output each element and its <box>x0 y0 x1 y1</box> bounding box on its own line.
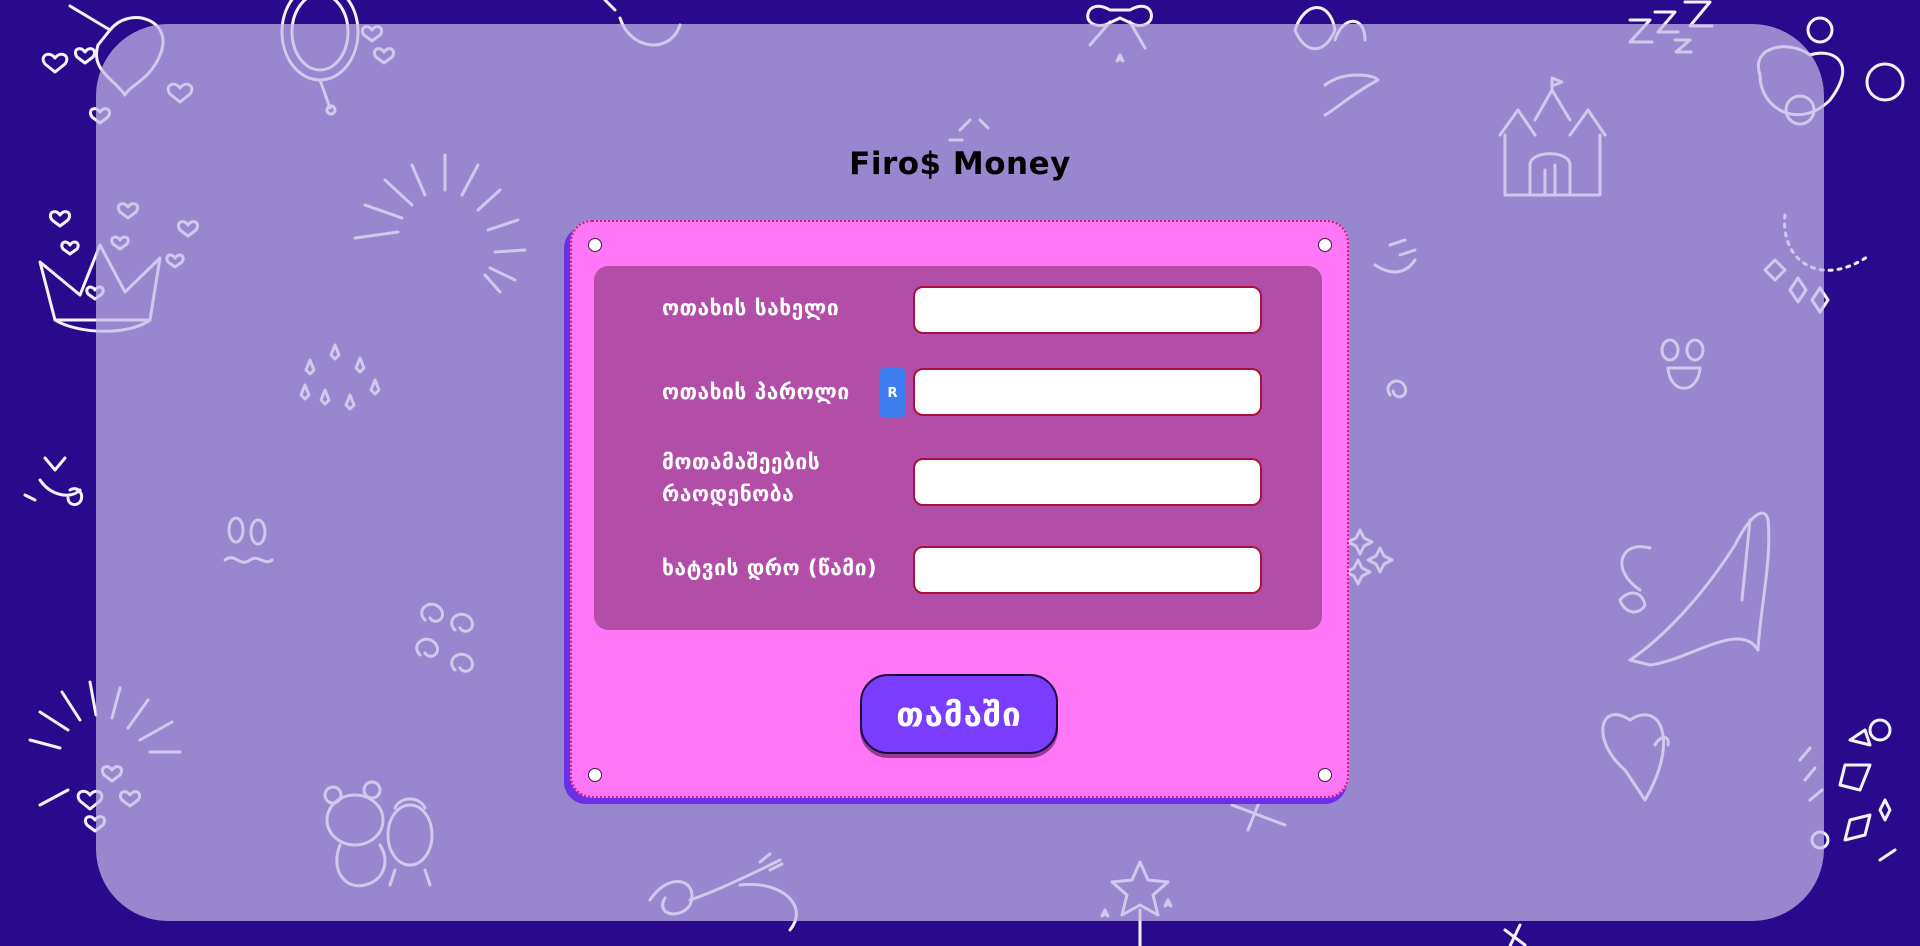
room-settings-form: ოთახის სახელი ოთახის პაროლი R მოთამაშეებ… <box>594 266 1322 630</box>
player-count-input[interactable] <box>913 458 1262 506</box>
screw-icon <box>588 238 602 252</box>
face-icon <box>23 456 84 507</box>
random-password-button[interactable]: R <box>880 368 905 418</box>
room-name-label: ოთახის სახელი <box>662 296 840 320</box>
draw-time-input[interactable] <box>913 546 1262 594</box>
player-count-label: მოთამაშეების რაოდენობა <box>662 450 821 506</box>
screw-icon <box>1318 768 1332 782</box>
create-room-card: ოთახის სახელი ოთახის პაროლი R მოთამაშეებ… <box>570 220 1349 798</box>
draw-time-label: ხატვის დრო (წამი) <box>662 556 878 580</box>
screw-icon <box>1318 238 1332 252</box>
room-password-label: ოთახის პაროლი <box>662 380 850 404</box>
room-name-input[interactable] <box>913 286 1262 334</box>
screw-icon <box>588 768 602 782</box>
room-password-input[interactable] <box>913 368 1262 416</box>
play-button[interactable]: თამაში <box>860 674 1058 754</box>
app-title: Firo$ Money <box>849 146 1071 182</box>
